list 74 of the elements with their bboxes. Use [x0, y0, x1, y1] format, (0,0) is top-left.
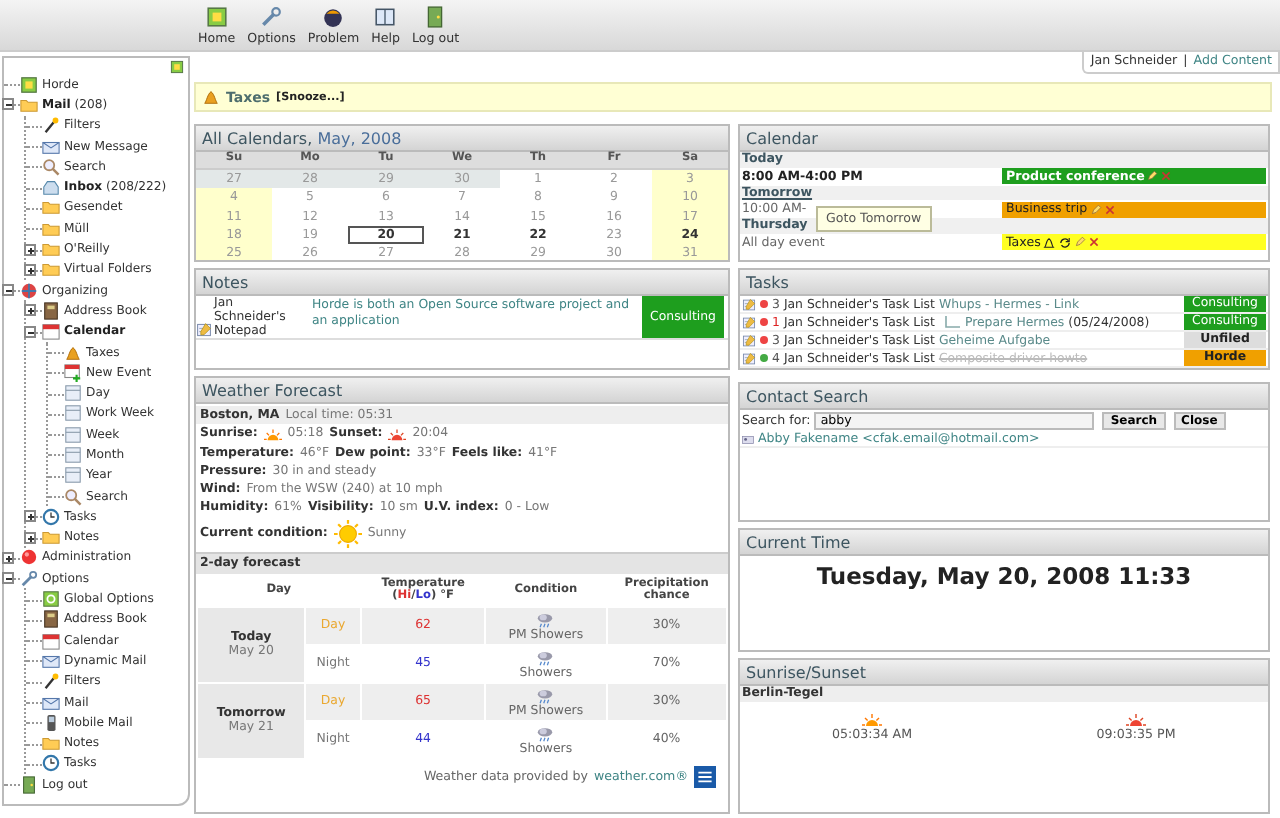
- door-icon: [424, 6, 447, 28]
- tree-toggle[interactable]: [2, 551, 14, 564]
- logo-icon: [694, 765, 716, 788]
- notepad-icon: [742, 297, 756, 311]
- calendar-page-icon: [64, 445, 82, 464]
- search-icon: [42, 157, 60, 176]
- calendar-page-icon: [64, 466, 82, 485]
- sunrise-icon: [263, 424, 282, 443]
- panel-title: All Calendars, May, 2008: [196, 126, 728, 152]
- ball-icon: [322, 6, 345, 28]
- calendar-add-icon: [64, 363, 82, 382]
- bell-icon: [64, 343, 82, 361]
- gear-icon: [42, 590, 60, 609]
- notepad-icon: [742, 333, 756, 347]
- panel-title: Current Time: [740, 530, 1268, 556]
- envelope-icon: [42, 137, 60, 156]
- calendar-page-icon: [64, 384, 82, 403]
- tree-toggle[interactable]: [24, 243, 36, 256]
- logo-icon: [205, 6, 228, 28]
- delete-icon[interactable]: [1088, 236, 1101, 248]
- wrench-icon: [260, 6, 283, 28]
- tree-toggle[interactable]: [2, 572, 14, 585]
- sun-icon: [333, 519, 362, 548]
- logo-icon: [20, 75, 38, 94]
- folder-icon: [42, 528, 60, 547]
- folder-icon: [20, 95, 38, 114]
- folder-icon: [42, 734, 60, 753]
- panel-title: Weather Forecast: [196, 378, 728, 404]
- tray-icon: [42, 178, 60, 197]
- tree-toggle[interactable]: [2, 284, 14, 297]
- tree-toggle[interactable]: [2, 98, 14, 111]
- book-icon: [374, 6, 397, 28]
- rain-cloud-icon: [536, 687, 555, 706]
- wand-icon: [42, 116, 60, 135]
- notepad-icon: [742, 315, 756, 329]
- wrench-icon: [20, 569, 38, 588]
- current-time: Tuesday, May 20, 2008 11:33: [814, 560, 1194, 590]
- rain-cloud-icon: [536, 611, 555, 630]
- contact-card-icon: [742, 433, 754, 445]
- collapse-sidebar-icon[interactable]: [170, 60, 184, 74]
- rain-cloud-icon: [536, 725, 555, 744]
- panel-title: Sunrise/Sunset: [740, 660, 1268, 686]
- book-icon: [42, 301, 60, 320]
- book-icon: [42, 610, 60, 629]
- notepad-icon: [196, 322, 212, 338]
- calendar-page-icon: [64, 425, 82, 444]
- calendar-page-icon: [64, 404, 82, 423]
- sunset-icon: [1126, 708, 1146, 728]
- phone-icon: [42, 713, 60, 732]
- tree-toggle[interactable]: [24, 325, 36, 338]
- sunrise-icon: [862, 708, 882, 728]
- search-icon: [64, 487, 82, 506]
- door-icon: [20, 775, 38, 794]
- rain-cloud-icon: [536, 649, 555, 668]
- envelope-icon: [42, 651, 60, 670]
- calendar-icon: [42, 631, 60, 650]
- ball-icon: [20, 548, 38, 567]
- tree-toggle[interactable]: [24, 510, 36, 523]
- panel-title: Notes: [196, 270, 728, 296]
- tree-toggle[interactable]: [24, 263, 36, 276]
- envelope-icon: [42, 693, 60, 712]
- panel-title: Contact Search: [740, 384, 1268, 410]
- panel-title: Calendar: [740, 126, 1268, 152]
- sunset-icon: [388, 424, 407, 443]
- tree-toggle[interactable]: [24, 531, 36, 544]
- clock-icon: [42, 754, 60, 773]
- wand-icon: [42, 672, 60, 691]
- panel-title: Tasks: [740, 270, 1268, 296]
- tree-toggle[interactable]: [24, 304, 36, 317]
- clock-icon: [42, 507, 60, 526]
- globe-icon: [20, 281, 38, 300]
- notepad-icon: [742, 351, 756, 365]
- bell-icon: [202, 88, 220, 106]
- calendar-icon: [42, 322, 60, 341]
